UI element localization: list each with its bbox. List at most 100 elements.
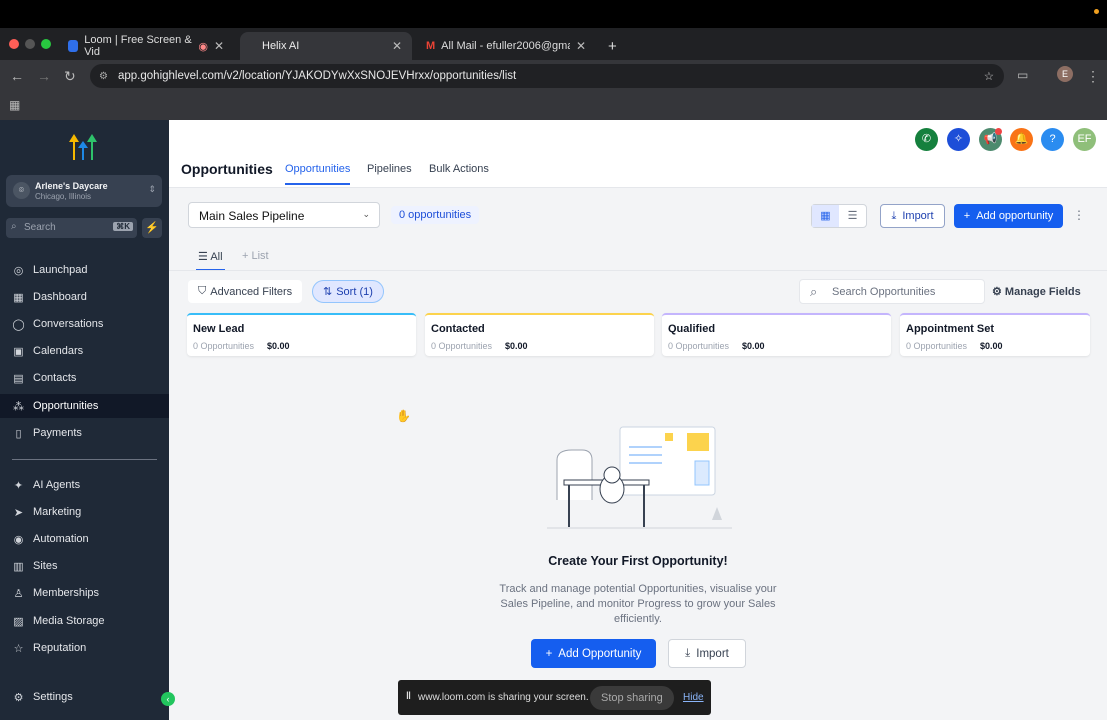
payments-icon: ▯	[15, 427, 22, 440]
sort-button[interactable]: ⇅ Sort (1)	[312, 280, 384, 303]
close-window-button[interactable]	[9, 39, 19, 49]
sidebar-item-payments[interactable]: ▯ Payments	[0, 421, 169, 445]
sidebar-divider	[12, 459, 157, 460]
subtab-all[interactable]: ☰ All	[196, 250, 225, 271]
sidebar-item-memberships[interactable]: ♙ Memberships	[0, 581, 169, 605]
collapse-sidebar-button[interactable]: ‹	[161, 692, 175, 706]
minimize-window-button[interactable]	[25, 39, 35, 49]
sort-label: Sort (1)	[336, 285, 373, 298]
tab-gmail[interactable]: M All Mail - efuller2006@gmail. ✕	[416, 32, 596, 60]
contacts-icon: ▤	[13, 372, 24, 385]
help-button[interactable]: ?	[1041, 128, 1064, 151]
import-label: Import	[696, 647, 729, 660]
close-tab-icon[interactable]: ✕	[392, 39, 402, 53]
add-opportunity-button[interactable]: + Add opportunity	[954, 204, 1063, 228]
stage-column: New Lead 0 Opportunities $0.00	[187, 313, 416, 356]
back-icon[interactable]: ←	[10, 68, 24, 84]
sidebar-item-launchpad[interactable]: ◎ Launchpad	[0, 258, 169, 282]
forward-icon[interactable]: →	[37, 68, 51, 84]
list-view-icon[interactable]: ☰	[839, 205, 866, 227]
bookmark-star-icon[interactable]: ☆	[984, 69, 994, 83]
stage-value: $0.00	[267, 341, 290, 351]
notifications-bell-button[interactable]: 🔔	[1010, 128, 1033, 151]
sidebar-item-calendars[interactable]: ▣ Calendars	[0, 339, 169, 363]
tab-label: Helix AI	[262, 40, 300, 52]
sidebar-item-conversations[interactable]: ◯ Conversations	[0, 312, 169, 336]
reload-icon[interactable]: ↻	[64, 68, 76, 85]
notification-dot	[995, 128, 1002, 135]
stage-name: Contacted	[431, 323, 485, 335]
apps-icon[interactable]: ▦	[9, 98, 20, 112]
star-icon: ☆	[13, 642, 24, 655]
more-options-icon[interactable]: ⋮	[1073, 208, 1085, 222]
main-content: ✆ ✧ 📢 🔔 ? EF Opportunities Opportunities…	[169, 120, 1107, 720]
pipeline-select[interactable]: Main Sales Pipeline ⌄	[188, 202, 380, 228]
logo-icon	[69, 134, 97, 160]
page-title: Opportunities	[181, 161, 273, 177]
subtab-label: All	[210, 251, 223, 263]
new-tab-button[interactable]: +	[598, 32, 627, 60]
list-icon: ☰	[198, 251, 211, 263]
tab-label: Loom | Free Screen & Vid	[84, 34, 192, 58]
sidebar-item-settings[interactable]: ⚙ Settings	[0, 685, 169, 709]
sidebar-item-reputation[interactable]: ☆ Reputation	[0, 636, 169, 660]
sidebar-search[interactable]: ⌕ Search ⌘K	[6, 218, 137, 238]
location-sub: Chicago, Illinois	[35, 192, 92, 201]
grid-icon: ▦	[13, 291, 24, 304]
stop-sharing-button[interactable]: Stop sharing	[590, 686, 674, 710]
location-pin-icon: ⌾	[13, 182, 30, 199]
sidebar-item-media-storage[interactable]: ▨ Media Storage	[0, 609, 169, 633]
globe-icon: ▥	[13, 560, 24, 573]
tab-loom[interactable]: Loom | Free Screen & Vid ◉ ✕	[58, 32, 234, 60]
tab-pipelines[interactable]: Pipelines	[367, 163, 412, 175]
empty-add-opportunity-button[interactable]: + Add Opportunity	[531, 639, 656, 668]
sidebar-item-ai-agents[interactable]: ✦ AI Agents	[0, 473, 169, 497]
sidebar-item-opportunities[interactable]: ⁂ Opportunities	[0, 394, 169, 418]
sidebar-item-dashboard[interactable]: ▦ Dashboard	[0, 285, 169, 309]
profile-avatar[interactable]: E	[1057, 66, 1073, 82]
subtab-add-list[interactable]: + List	[242, 250, 269, 262]
empty-import-button[interactable]: ⤓ Import	[668, 639, 746, 668]
tab-bulk-actions[interactable]: Bulk Actions	[429, 163, 489, 175]
menu-icon[interactable]: ⋮	[1086, 68, 1100, 85]
sidebar-item-label: Memberships	[33, 587, 100, 599]
stage-count: 0 Opportunities	[906, 341, 968, 351]
tab-label: All Mail - efuller2006@gmail.	[441, 40, 570, 52]
rocket-icon: ◎	[13, 264, 24, 277]
sidebar-item-automation[interactable]: ◉ Automation	[0, 527, 169, 551]
phone-button[interactable]: ✆	[915, 128, 938, 151]
stage-name: Qualified	[668, 323, 716, 335]
manage-fields-button[interactable]: ⚙ Manage Fields	[992, 285, 1081, 298]
recording-indicator	[1094, 9, 1099, 14]
sidebar-item-sites[interactable]: ▥ Sites	[0, 554, 169, 578]
user-avatar[interactable]: EF	[1073, 128, 1096, 151]
site-settings-icon[interactable]: ⚙	[99, 71, 108, 82]
announcements-button[interactable]: 📢	[979, 128, 1002, 151]
import-button[interactable]: ⤓ Import	[880, 204, 945, 228]
subtab-label: List	[251, 250, 269, 262]
sidebar-item-label: Payments	[33, 427, 82, 439]
sidebar-item-label: Calendars	[33, 345, 84, 357]
hide-button[interactable]: Hide	[683, 692, 704, 703]
board-view-icon[interactable]: ▦	[812, 205, 839, 227]
loom-favicon-icon	[68, 40, 79, 52]
url-input[interactable]: ⚙ app.gohighlevel.com/v2/location/YJAKODY…	[90, 64, 1004, 88]
location-switcher[interactable]: ⌾ Arlene's Daycare Chicago, Illinois ⇕	[6, 175, 162, 207]
search-opportunities-input[interactable]: ⌕ Search Opportunities	[799, 279, 985, 304]
filter-label: Advanced Filters	[210, 285, 293, 298]
cast-icon[interactable]: ▭	[1017, 68, 1028, 82]
sidebar-item-label: Marketing	[33, 506, 82, 518]
tab-opportunities[interactable]: Opportunities	[285, 163, 351, 185]
sidebar-item-marketing[interactable]: ➤ Marketing	[0, 500, 169, 524]
add-label: Add Opportunity	[558, 647, 642, 660]
ai-sparkle-button[interactable]: ✧	[947, 128, 970, 151]
shortcut-badge: ⌘K	[113, 222, 133, 231]
advanced-filters-button[interactable]: ⛉ Advanced Filters	[188, 280, 303, 303]
tab-helix[interactable]: Helix AI ✕	[240, 32, 412, 60]
quick-action-button[interactable]: ⚡	[142, 218, 162, 238]
maximize-window-button[interactable]	[41, 39, 51, 49]
empty-state-illustration	[547, 426, 732, 529]
sidebar-item-contacts[interactable]: ▤ Contacts	[0, 366, 169, 390]
close-tab-icon[interactable]: ✕	[576, 39, 586, 53]
close-tab-icon[interactable]: ✕	[214, 39, 224, 53]
